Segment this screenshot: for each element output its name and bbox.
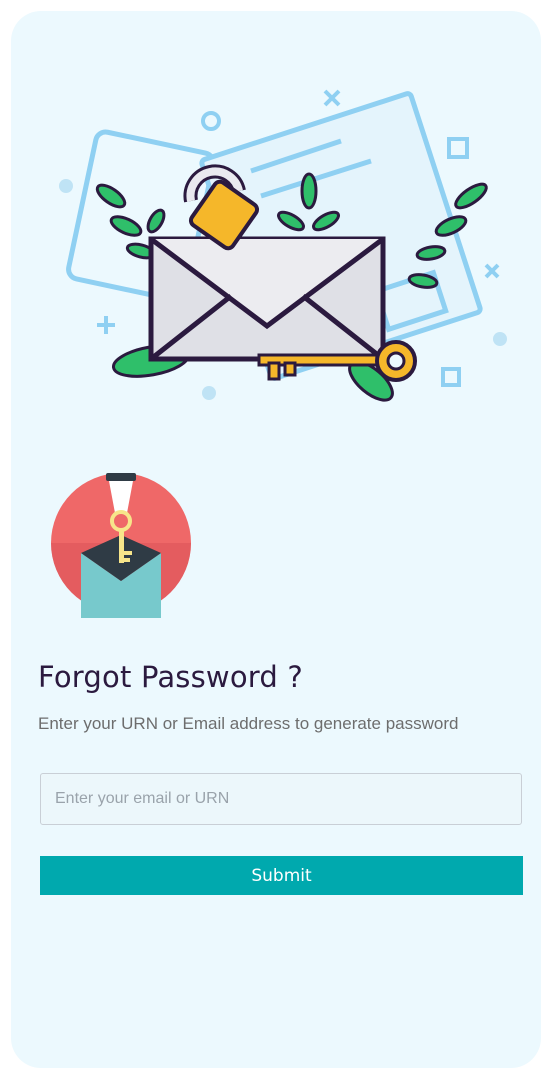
forgot-password-card bbox=[11, 11, 541, 1068]
email-or-urn-input[interactable] bbox=[40, 773, 522, 825]
submit-button[interactable]: Submit bbox=[40, 856, 523, 895]
hand-key-envelope-icon bbox=[51, 473, 191, 618]
page-title: Forgot Password ? bbox=[38, 660, 304, 694]
page-subtitle: Enter your URN or Email address to gener… bbox=[38, 714, 459, 733]
envelope-lock-key-illustration bbox=[59, 89, 507, 402]
